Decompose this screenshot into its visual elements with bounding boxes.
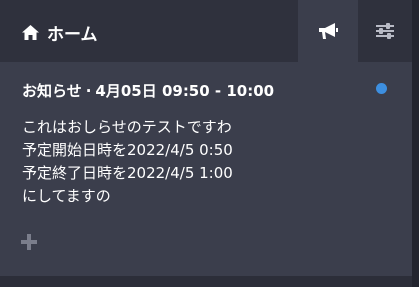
unread-indicator [376, 83, 387, 94]
announcements-button[interactable] [298, 0, 358, 62]
settings-button[interactable] [358, 0, 412, 62]
notice-body-line: 予定開始日時を2022/4/5 0:50 [22, 141, 233, 159]
megaphone-icon [319, 23, 338, 39]
plus-icon [21, 234, 37, 250]
notice-body-line: 予定終了日時を2022/4/5 1:00 [22, 164, 233, 182]
notice-separator: · [85, 82, 92, 100]
notice-datetime: 4月05日 09:50 - 10:00 [95, 82, 275, 100]
scrollbar-track[interactable] [412, 0, 419, 287]
panel-footer [0, 276, 412, 287]
notice-heading[interactable]: お知らせ · 4月05日 09:50 - 10:00 [22, 80, 274, 101]
notice-category: お知らせ [22, 82, 82, 100]
add-button[interactable] [20, 233, 38, 251]
panel-header: ホーム [0, 0, 412, 62]
home-tab[interactable]: ホーム [22, 19, 98, 45]
notice-body-line: これはおしらせのテストですわ [22, 118, 232, 136]
sliders-icon [376, 23, 394, 39]
notice-body: これはおしらせのテストですわ 予定開始日時を2022/4/5 0:50 予定終了… [22, 116, 233, 208]
notice-body-line: にしてますの [22, 187, 111, 205]
notification-panel: ホーム お知らせ·4月05日 09:50 - 10:00 これはおしらせのテ [0, 0, 412, 287]
home-icon [22, 24, 39, 40]
home-tab-label: ホーム [47, 24, 98, 45]
